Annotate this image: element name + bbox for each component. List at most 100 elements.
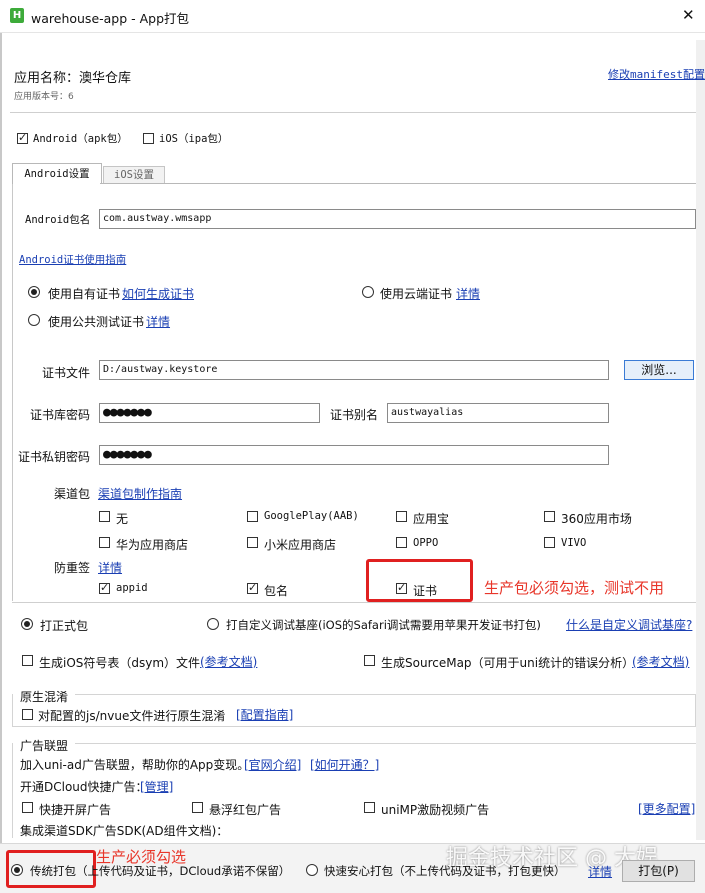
tab-android[interactable]: Android设置	[12, 163, 102, 184]
dsym-checkbox[interactable]	[22, 655, 33, 666]
release-radio[interactable]	[21, 618, 33, 630]
channel-checkbox[interactable]	[544, 537, 555, 548]
debug-radio[interactable]	[207, 618, 219, 630]
tab-android-label: Android设置	[24, 168, 90, 180]
store-pwd-label: 证书库密码	[30, 408, 91, 422]
title-bar: H warehouse-app - App打包 ✕	[0, 0, 705, 33]
close-icon[interactable]: ✕	[682, 6, 695, 24]
channel-checkbox[interactable]	[544, 511, 555, 522]
cert-file-label: 证书文件	[42, 366, 91, 380]
obfuscation-checkbox[interactable]	[22, 709, 33, 720]
channel-label-item: 无	[116, 512, 129, 526]
ads-group-border	[12, 743, 13, 838]
divider	[12, 602, 696, 603]
fast-pack-detail-link[interactable]: 详情	[588, 863, 612, 880]
key-pwd-label: 证书私钥密码	[18, 450, 91, 464]
traditional-pack-radio[interactable]	[11, 864, 23, 876]
app-name: 应用名称：澳华仓库	[14, 71, 132, 86]
android-label: Android（apk包）	[33, 133, 128, 145]
cert-cloud-link[interactable]: 详情	[456, 285, 480, 302]
channel-checkbox[interactable]	[99, 537, 110, 548]
channel-checkbox[interactable]	[247, 537, 258, 548]
alias-input[interactable]: austwayalias	[387, 403, 609, 423]
pack-button-label: 打包(P)	[638, 864, 679, 878]
video-ad-label: uniMP激励视频广告	[381, 803, 490, 817]
package-input[interactable]: com.austway.wmsapp	[99, 209, 696, 229]
window-border	[0, 33, 2, 892]
channel-label-item: 华为应用商店	[116, 538, 189, 552]
sourcemap-label: 生成SourceMap（可用于uni统计的错误分析）	[381, 656, 635, 670]
divider	[75, 694, 696, 695]
pack-button[interactable]: 打包(P)	[622, 860, 695, 882]
channel-checkbox[interactable]	[247, 511, 258, 522]
cert-cloud-radio[interactable]	[362, 286, 374, 298]
anti-cert-checkbox[interactable]	[396, 581, 407, 595]
ads-intro: 加入uni-ad广告联盟，帮助你的App变现。	[20, 758, 250, 772]
float-ad-label: 悬浮红包广告	[209, 803, 282, 817]
anti-appid-label: appid	[116, 582, 148, 594]
ads-intro-link[interactable]: [官网介绍]	[244, 756, 301, 773]
channel-label-item: VIVO	[561, 537, 587, 549]
anti-package-checkbox[interactable]	[247, 581, 258, 595]
splash-ad-checkbox[interactable]	[22, 802, 33, 813]
sourcemap-checkbox[interactable]	[364, 655, 375, 666]
tab-line	[100, 183, 696, 184]
channel-label-item: 应用宝	[413, 512, 450, 526]
more-config-link[interactable]: [更多配置]	[638, 800, 695, 817]
channel-label: 渠道包	[54, 487, 91, 501]
fast-pack-radio[interactable]	[306, 864, 318, 876]
divider	[10, 112, 696, 113]
key-pwd-input[interactable]: ●●●●●●●	[99, 445, 609, 465]
store-pwd-dots: ●●●●●●●	[103, 405, 152, 420]
ads-how-link[interactable]: [如何开通？]	[310, 756, 379, 773]
anti-package-label: 包名	[264, 584, 289, 598]
channel-label-item: 小米应用商店	[264, 538, 337, 552]
release-label: 打正式包	[40, 619, 89, 633]
cert-file-input[interactable]: D:/austway.keystore	[99, 360, 609, 380]
dsym-link[interactable]: (参考文档)	[200, 653, 257, 670]
obfuscation-title: 原生混淆	[20, 690, 69, 704]
cert-guide-link[interactable]: Android证书使用指南	[19, 252, 126, 267]
alias-label: 证书别名	[330, 408, 379, 422]
sdk-label: 集成渠道SDK广告SDK(AD组件文档)：	[20, 824, 229, 838]
traditional-pack-label: 传统打包（上传代码及证书，DCloud承诺不保留）	[30, 864, 291, 878]
browse-label: 浏览...	[641, 363, 677, 377]
anti-resign-link[interactable]: 详情	[98, 559, 122, 576]
anti-cert-label: 证书	[413, 584, 438, 598]
key-pwd-dots: ●●●●●●●	[103, 447, 152, 462]
channel-label-item: GooglePlay(AAB)	[264, 510, 359, 522]
anti-appid-checkbox[interactable]	[99, 581, 110, 595]
ios-checkbox[interactable]	[143, 133, 154, 144]
divider	[75, 743, 696, 744]
cert-public-radio[interactable]	[28, 314, 40, 326]
sourcemap-link[interactable]: (参考文档)	[632, 653, 689, 670]
window-title: warehouse-app - App打包	[31, 11, 190, 26]
channel-checkbox[interactable]	[396, 511, 407, 522]
dsym-label: 生成iOS符号表（dsym）文件	[39, 656, 201, 670]
manage-link[interactable]: [管理]	[140, 778, 173, 795]
splash-ad-label: 快捷开屏广告	[39, 803, 112, 817]
app-icon: H	[10, 8, 24, 23]
video-ad-checkbox[interactable]	[364, 802, 375, 813]
browse-button[interactable]: 浏览...	[624, 360, 694, 380]
store-pwd-input[interactable]: ●●●●●●●	[99, 403, 320, 423]
cert-own-label: 使用自有证书	[48, 287, 121, 301]
debug-label: 打自定义调试基座(iOS的Safari调试需要用苹果开发证书打包)	[226, 618, 541, 632]
cert-cloud-label: 使用云端证书	[380, 287, 453, 301]
tab-ios-label: iOS设置	[114, 169, 154, 181]
obfuscation-link[interactable]: [配置指南]	[236, 706, 293, 723]
channel-checkbox[interactable]	[99, 511, 110, 522]
manifest-link[interactable]: 修改manifest配置	[608, 66, 705, 82]
app-version: 应用版本号：6	[14, 92, 74, 102]
android-checkbox[interactable]	[17, 131, 28, 145]
float-ad-checkbox[interactable]	[192, 802, 203, 813]
tab-ios[interactable]: iOS设置	[103, 166, 165, 183]
channel-checkbox[interactable]	[396, 537, 407, 548]
channel-guide-link[interactable]: 渠道包制作指南	[98, 485, 182, 502]
cert-own-link[interactable]: 如何生成证书	[122, 285, 194, 302]
cert-public-link[interactable]: 详情	[146, 313, 170, 330]
channel-label-item: 360应用市场	[561, 512, 632, 526]
scrollbar[interactable]	[696, 40, 705, 840]
debug-link[interactable]: 什么是自定义调试基座?	[566, 616, 692, 633]
cert-own-radio[interactable]	[28, 286, 40, 298]
